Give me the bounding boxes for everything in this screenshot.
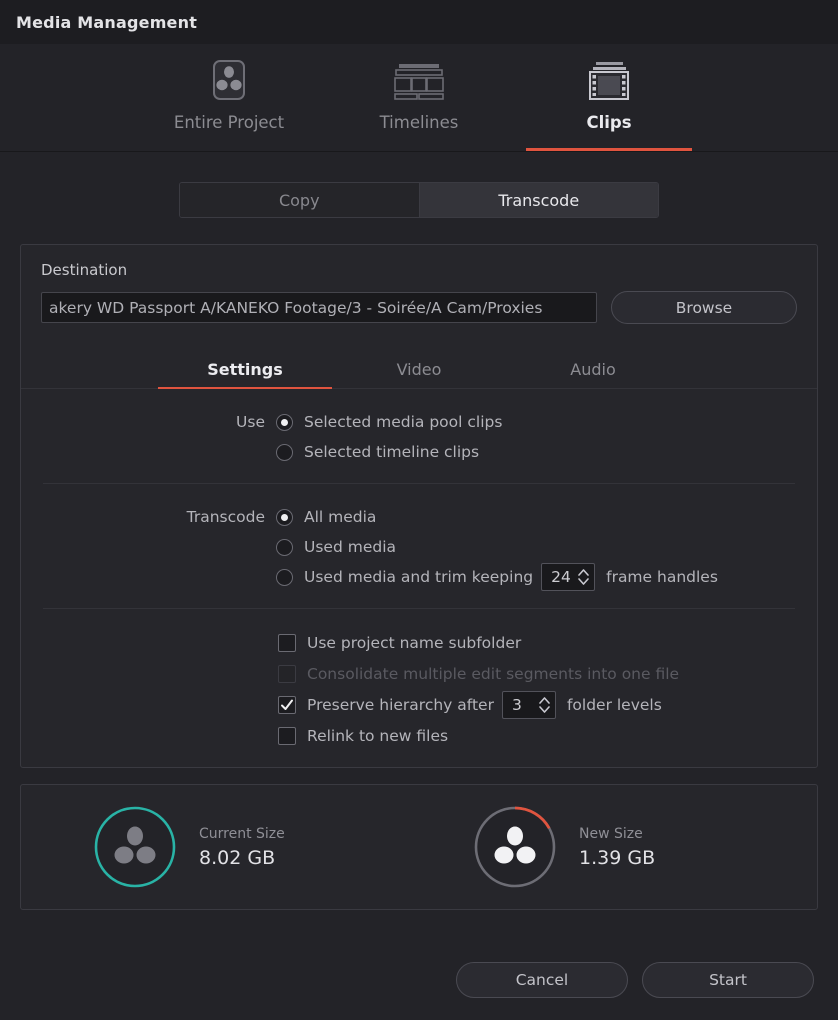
checkbox-consolidate-segments-label: Consolidate multiple edit segments into …	[307, 664, 680, 683]
start-button[interactable]: Start	[642, 962, 814, 998]
size-summary-panel: Current Size 8.02 GB New Size 1.39 GB	[20, 784, 818, 910]
checkbox-row-relink-to-new-files: Relink to new files	[43, 720, 795, 751]
chevron-down-icon	[578, 578, 589, 585]
current-size-ring	[93, 805, 177, 889]
tab-settings-underline	[158, 386, 332, 389]
current-size-caption: Current Size	[199, 825, 285, 842]
frame-handles-stepper[interactable]: 24	[541, 563, 596, 591]
new-size-caption: New Size	[579, 825, 643, 842]
tab-video-label: Video	[396, 360, 442, 379]
sub-tab-bar: Settings Video Audio	[21, 360, 817, 389]
chevron-up-icon	[539, 696, 550, 704]
new-size-text: New Size 1.39 GB	[579, 826, 655, 869]
chevron-down-icon	[539, 705, 550, 713]
settings-form: Use Selected media pool clips Selected t…	[21, 389, 817, 767]
checkbox-preserve-hierarchy[interactable]	[278, 695, 296, 714]
use-row-media-pool: Use Selected media pool clips	[43, 407, 795, 437]
transcode-label: Transcode	[186, 508, 265, 526]
tab-clips-underline	[526, 148, 692, 151]
window-titlebar: Media Management	[0, 0, 838, 44]
folder-levels-stepper[interactable]: 3	[501, 690, 556, 719]
tab-video[interactable]: Video	[332, 360, 506, 388]
tab-clips-label: Clips	[586, 113, 632, 132]
transcode-group: Transcode All media Used media Used medi…	[43, 483, 795, 608]
new-size-ring	[473, 805, 557, 889]
tab-settings-label: Settings	[207, 360, 283, 379]
tab-timelines[interactable]: Timelines	[324, 46, 514, 151]
destination-label: Destination	[41, 261, 128, 279]
tab-timelines-label: Timelines	[379, 113, 459, 132]
tab-audio-label: Audio	[570, 360, 616, 379]
current-size-block: Current Size 8.02 GB	[21, 805, 437, 889]
folder-levels-suffix-label: folder levels	[566, 695, 662, 714]
checkbox-relink-to-new-files[interactable]	[278, 726, 296, 745]
timeline-icon	[391, 58, 447, 104]
window-title: Media Management	[16, 12, 198, 32]
checkbox-relink-to-new-files-label: Relink to new files	[307, 726, 449, 745]
destination-input[interactable]: akery WD Passport A/KANEKO Footage/3 - S…	[41, 292, 597, 323]
radio-used-media-label: Used media	[304, 538, 397, 556]
mode-copy-button[interactable]: Copy	[180, 183, 419, 217]
radio-used-media-and-trim-label: Used media and trim keeping	[304, 568, 534, 586]
checkbox-use-project-name-subfolder[interactable]	[278, 633, 296, 652]
checkbox-consolidate-segments	[278, 664, 296, 683]
radio-all-media[interactable]	[276, 508, 293, 526]
radio-used-media-and-trim[interactable]	[276, 568, 293, 586]
checkbox-preserve-hierarchy-label: Preserve hierarchy after	[307, 695, 494, 714]
current-size-text: Current Size 8.02 GB	[199, 826, 285, 869]
folder-levels-stepper-arrows[interactable]	[538, 696, 551, 714]
settings-panel: Destination akery WD Passport A/KANEKO F…	[20, 244, 818, 768]
checkbox-use-project-name-subfolder-label: Use project name subfolder	[307, 633, 522, 652]
destination-row: akery WD Passport A/KANEKO Footage/3 - S…	[41, 291, 797, 324]
radio-selected-timeline-clips[interactable]	[276, 443, 293, 461]
mode-segmented-control: Copy Transcode	[179, 182, 659, 218]
browse-button[interactable]: Browse	[611, 291, 797, 324]
tab-entire-project-label: Entire Project	[173, 113, 285, 132]
frame-handles-suffix-label: frame handles	[606, 568, 718, 586]
cancel-button[interactable]: Cancel	[456, 962, 628, 998]
new-size-value: 1.39 GB	[579, 846, 656, 869]
frame-handles-value: 24	[551, 568, 571, 586]
new-size-block: New Size 1.39 GB	[437, 805, 817, 889]
checkbox-row-use-project-name-subfolder: Use project name subfolder	[43, 627, 795, 658]
radio-selected-timeline-clips-label: Selected timeline clips	[304, 443, 480, 461]
checkbox-row-preserve-hierarchy: Preserve hierarchy after 3 folder levels	[43, 689, 795, 720]
top-tab-bar: Entire Project Timelines Clips	[0, 44, 838, 152]
radio-used-media[interactable]	[276, 538, 293, 556]
transcode-row-used-media: Used media	[43, 532, 795, 562]
tab-entire-project[interactable]: Entire Project	[134, 46, 324, 151]
destination-section: Destination akery WD Passport A/KANEKO F…	[21, 245, 817, 338]
radio-all-media-label: All media	[304, 508, 377, 526]
chevron-up-icon	[578, 569, 589, 576]
tab-settings[interactable]: Settings	[158, 360, 332, 389]
frame-handles-stepper-arrows[interactable]	[577, 568, 590, 586]
dialog-footer: Cancel Start	[0, 962, 838, 998]
mode-transcode-button[interactable]: Transcode	[418, 183, 658, 217]
use-row-timeline-clips: Selected timeline clips	[43, 437, 795, 467]
checkmark-icon	[281, 699, 293, 710]
checkbox-row-consolidate-segments: Consolidate multiple edit segments into …	[43, 658, 795, 689]
transcode-row-used-media-trim: Used media and trim keeping 24 frame han…	[43, 562, 795, 592]
clips-icon	[585, 58, 633, 104]
mode-bar: Copy Transcode	[0, 152, 838, 218]
tab-audio[interactable]: Audio	[506, 360, 680, 388]
current-size-value: 8.02 GB	[199, 846, 276, 869]
folder-levels-value: 3	[511, 695, 522, 714]
transcode-row-all-media: Transcode All media	[43, 502, 795, 532]
options-group: Use project name subfolder Consolidate m…	[43, 608, 795, 767]
use-group: Use Selected media pool clips Selected t…	[43, 389, 795, 483]
use-label: Use	[236, 413, 265, 431]
project-icon	[210, 58, 248, 104]
tab-clips[interactable]: Clips	[514, 46, 704, 151]
radio-selected-media-pool-clips[interactable]	[276, 413, 293, 431]
radio-selected-media-pool-clips-label: Selected media pool clips	[304, 413, 503, 431]
